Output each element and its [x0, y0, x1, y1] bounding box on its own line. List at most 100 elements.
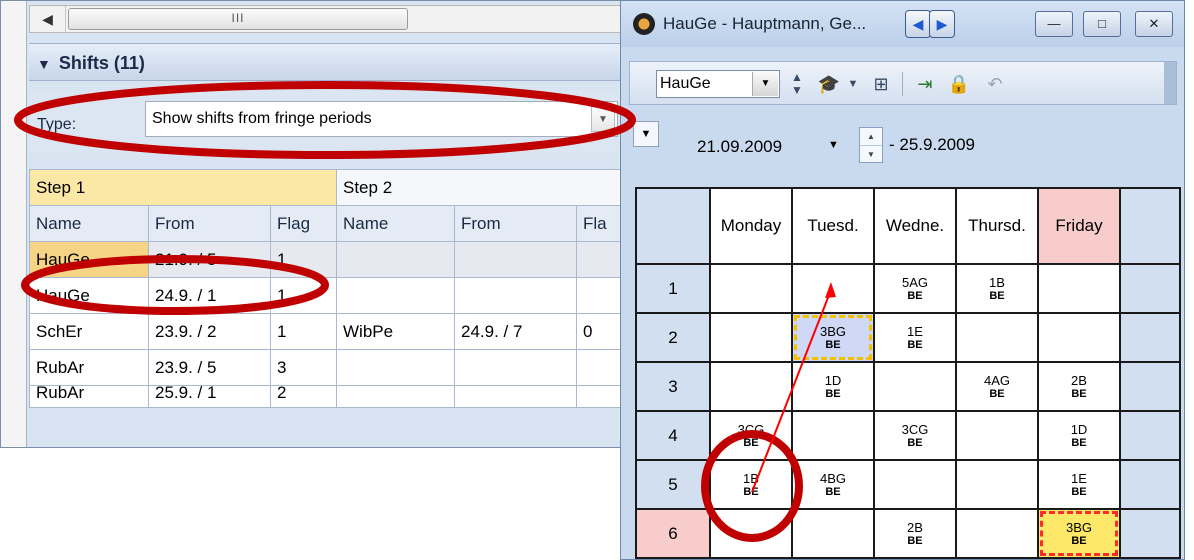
lesson-cell[interactable] [791, 410, 875, 461]
table-cell[interactable]: 23.9. / 2 [148, 313, 271, 350]
lesson-cell[interactable]: 1B BE [955, 263, 1039, 314]
lesson-cell[interactable] [709, 361, 793, 412]
chevron-down-icon[interactable]: ▼ [591, 106, 615, 132]
table-cell[interactable]: 0 [576, 313, 624, 350]
table-cell[interactable] [336, 277, 455, 314]
table-cell[interactable]: 1 [270, 277, 337, 314]
table-cell[interactable] [454, 241, 577, 278]
lesson-cell[interactable] [873, 361, 957, 412]
column-header[interactable]: From [454, 205, 577, 242]
toolbar-grip[interactable] [1164, 62, 1176, 104]
table-row[interactable]: SchEr 23.9. / 2 1 WibPe 24.9. / 7 0 [29, 313, 624, 350]
collapse-icon[interactable]: ▼ [633, 121, 659, 147]
lesson-cell[interactable]: 2B BE [1037, 361, 1121, 412]
lesson-cell[interactable] [955, 312, 1039, 363]
table-cell[interactable]: 1 [270, 313, 337, 350]
teacher-select[interactable]: HauGe ▼ [656, 70, 780, 98]
column-header[interactable]: Flag [270, 205, 337, 242]
lesson-cell[interactable] [709, 263, 793, 314]
table-row[interactable]: RubAr 25.9. / 1 2 [29, 385, 624, 408]
lesson-cell[interactable] [791, 508, 875, 559]
lesson-cell[interactable]: 2B BE [873, 508, 957, 559]
table-cell[interactable] [454, 277, 577, 314]
table-cell[interactable]: 24.9. / 7 [454, 313, 577, 350]
chevron-down-icon[interactable]: ▼ [752, 72, 778, 96]
lesson-cell[interactable] [791, 263, 875, 314]
previous-teacher-button[interactable]: ◀ [905, 10, 931, 38]
lesson-cell[interactable]: 3BG BE [1037, 508, 1121, 559]
lesson-cell[interactable] [955, 508, 1039, 559]
table-cell[interactable]: 1 [270, 241, 337, 278]
lesson-cell[interactable] [709, 312, 793, 363]
table-row[interactable]: HauGe 21.9. / 5 1 [29, 241, 624, 278]
table-cell[interactable]: 25.9. / 1 [148, 385, 271, 408]
undo-icon[interactable]: ↶ [982, 71, 1008, 97]
lesson-cell[interactable]: 1E BE [1037, 459, 1121, 510]
lesson-cell[interactable]: 3CG BE [709, 410, 793, 461]
table-cell[interactable] [454, 349, 577, 386]
table-cell[interactable]: RubAr [29, 385, 149, 408]
scroll-left-icon[interactable]: ◀ [30, 6, 66, 32]
type-select[interactable]: Show shifts from fringe periods ▼ [145, 101, 618, 137]
table-cell[interactable]: 3 [270, 349, 337, 386]
table-cell[interactable]: SchEr [29, 313, 149, 350]
maximize-button[interactable]: □ [1083, 11, 1121, 37]
shifts-section-header[interactable]: ▼ Shifts (11) [29, 43, 624, 81]
scroll-thumb[interactable]: III [68, 8, 408, 30]
lesson-cell[interactable] [709, 508, 793, 559]
table-cell[interactable] [576, 241, 624, 278]
table-cell[interactable] [454, 385, 577, 408]
spin-up-icon[interactable]: ▲ [860, 128, 882, 145]
table-cell[interactable]: WibPe [336, 313, 455, 350]
table-cell[interactable] [576, 277, 624, 314]
lesson-cell[interactable]: 3BG BE [791, 312, 875, 363]
lesson-cell[interactable] [873, 459, 957, 510]
table-cell[interactable] [336, 349, 455, 386]
lock-icon[interactable]: 🔒 [946, 71, 972, 97]
lesson-cell[interactable] [1037, 263, 1121, 314]
table-cell[interactable] [336, 385, 455, 408]
lesson-cell[interactable] [955, 410, 1039, 461]
lesson-cell[interactable]: 5AG BE [873, 263, 957, 314]
table-cell[interactable]: 2 [270, 385, 337, 408]
dropdown-icon[interactable]: ▼ [840, 71, 866, 97]
lesson-cell[interactable]: 3CG BE [873, 410, 957, 461]
date-spinner[interactable]: ▲ ▼ [859, 127, 883, 163]
lesson-cell[interactable]: 4AG BE [955, 361, 1039, 412]
lesson-cell[interactable] [955, 459, 1039, 510]
collapse-icon[interactable]: ▼ [37, 56, 51, 72]
teacher-hat-icon[interactable]: 🎓 [816, 71, 842, 97]
column-header[interactable]: Name [336, 205, 455, 242]
next-teacher-button[interactable]: ▶ [929, 10, 955, 38]
column-header[interactable]: Name [29, 205, 149, 242]
column-header[interactable]: From [148, 205, 271, 242]
table-cell[interactable]: 24.9. / 1 [148, 277, 271, 314]
table-row[interactable]: RubAr 23.9. / 5 3 [29, 349, 624, 386]
chevron-down-icon[interactable]: ▼ [828, 139, 839, 151]
lesson-cell[interactable]: 1D BE [791, 361, 875, 412]
table-cell[interactable]: 23.9. / 5 [148, 349, 271, 386]
lesson-cell[interactable]: 1E BE [873, 312, 957, 363]
export-icon[interactable]: ⇥ [912, 71, 938, 97]
column-header[interactable]: Fla [576, 205, 624, 242]
table-cell[interactable]: HauGe [29, 241, 149, 278]
date-select[interactable]: 21.09.2009 ▼ [691, 129, 851, 165]
table-cell[interactable]: 21.9. / 5 [148, 241, 271, 278]
title-bar[interactable]: HauGe - Hauptmann, Ge... ◀ ▶ — □ ✕ [621, 1, 1184, 47]
table-row[interactable]: HauGe 24.9. / 1 1 [29, 277, 624, 314]
lesson-cell[interactable]: 4BG BE [791, 459, 875, 510]
lesson-cell[interactable]: 1B BE [709, 459, 793, 510]
table-cell[interactable]: HauGe [29, 277, 149, 314]
spin-down-icon[interactable]: ▼ [860, 145, 882, 162]
grid-icon[interactable]: ⊞ [868, 71, 894, 97]
table-cell[interactable]: RubAr [29, 349, 149, 386]
close-button[interactable]: ✕ [1135, 11, 1173, 37]
table-cell[interactable] [336, 241, 455, 278]
lesson-cell[interactable] [1037, 312, 1121, 363]
table-cell[interactable] [576, 385, 624, 408]
lesson-cell[interactable]: 1D BE [1037, 410, 1121, 461]
table-cell[interactable] [576, 349, 624, 386]
minimize-button[interactable]: — [1035, 11, 1073, 37]
horizontal-scrollbar[interactable]: ◀ III [29, 5, 624, 33]
spin-icon[interactable]: ▲ ▼ [784, 71, 810, 97]
